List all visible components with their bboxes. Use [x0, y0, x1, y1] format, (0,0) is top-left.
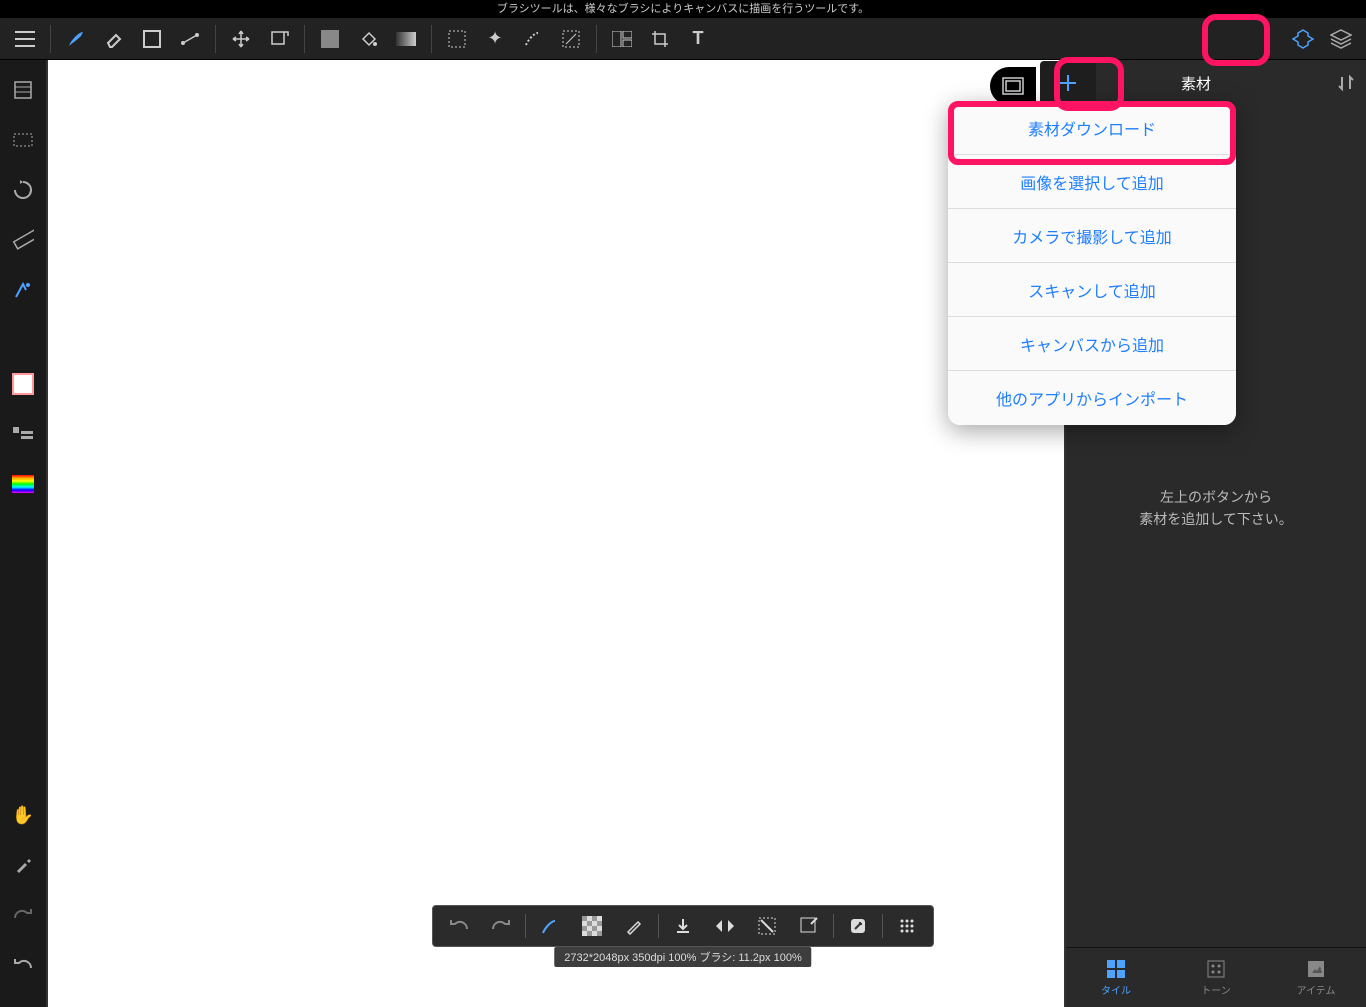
- brush-quick-icon[interactable]: [532, 910, 568, 942]
- bucket-tool[interactable]: [351, 22, 385, 56]
- redo-button[interactable]: [5, 897, 41, 933]
- text-tool[interactable]: T: [681, 22, 715, 56]
- color-swatch[interactable]: [5, 366, 41, 402]
- tile-icon: [1106, 959, 1126, 979]
- transform-tool[interactable]: [262, 22, 296, 56]
- move-tool[interactable]: [224, 22, 258, 56]
- redo-icon[interactable]: [483, 910, 519, 942]
- status-bar: 2732*2048px 350dpi 100% ブラシ: 11.2px 100%: [554, 947, 811, 967]
- tab-tone[interactable]: トーン: [1166, 948, 1266, 1007]
- menu-scan[interactable]: スキャンして追加: [948, 263, 1236, 317]
- left-toolbar: ✋: [0, 60, 46, 1007]
- menu-select-image[interactable]: 画像を選択して追加: [948, 155, 1236, 209]
- transparency-icon[interactable]: [574, 910, 610, 942]
- bottom-toolbar: [432, 905, 934, 947]
- hand-tool[interactable]: ✋: [5, 797, 41, 833]
- tooltip-bar: ブラシツールは、様々なブラシによりキャンバスに描画を行うツールです。: [0, 0, 1366, 18]
- gradient-tool[interactable]: [389, 22, 423, 56]
- selection-icon[interactable]: [5, 122, 41, 158]
- fullscreen-icon[interactable]: [840, 910, 876, 942]
- magic-wand-tool[interactable]: ✦: [478, 22, 512, 56]
- select-rect-tool[interactable]: [440, 22, 474, 56]
- tab-tile[interactable]: タイル: [1066, 948, 1166, 1007]
- panel-tabs: タイル トーン アイテム: [1066, 947, 1366, 1007]
- layers-icon[interactable]: [1324, 22, 1358, 56]
- tab-item[interactable]: アイテム: [1266, 948, 1366, 1007]
- brush-tool[interactable]: [59, 22, 93, 56]
- path-tool[interactable]: [173, 22, 207, 56]
- add-material-menu: 素材ダウンロード 画像を選択して追加 カメラで撮影して追加 スキャンして追加 キ…: [948, 101, 1236, 425]
- add-material-button[interactable]: [1040, 61, 1096, 105]
- grid-icon[interactable]: [889, 910, 925, 942]
- eraser-tool[interactable]: [97, 22, 131, 56]
- menu-camera[interactable]: カメラで撮影して追加: [948, 209, 1236, 263]
- tone-icon: [1206, 959, 1226, 979]
- menu-download-material[interactable]: 素材ダウンロード: [948, 101, 1236, 155]
- rainbow-icon[interactable]: [5, 466, 41, 502]
- panel-icon[interactable]: [5, 72, 41, 108]
- select-eraser-tool[interactable]: [554, 22, 588, 56]
- canvas-area: [46, 60, 1066, 1007]
- sort-icon[interactable]: [1326, 63, 1366, 103]
- canvas[interactable]: [48, 60, 1064, 1007]
- view-mode-button[interactable]: [990, 67, 1036, 105]
- panel-title: 素材: [1066, 73, 1326, 94]
- shape-tool[interactable]: [135, 22, 169, 56]
- crop-tool[interactable]: [643, 22, 677, 56]
- select-brush-tool[interactable]: [516, 22, 550, 56]
- top-toolbar: ✦ T: [0, 18, 1366, 60]
- rotate-icon[interactable]: [5, 172, 41, 208]
- panel-header: 素材: [1066, 60, 1366, 106]
- plus-icon: [1056, 71, 1080, 95]
- reference-icon[interactable]: [5, 272, 41, 308]
- undo-icon[interactable]: [441, 910, 477, 942]
- edit-icon[interactable]: [791, 910, 827, 942]
- item-icon: [1306, 959, 1326, 979]
- menu-button[interactable]: [8, 22, 42, 56]
- pen-icon[interactable]: [616, 910, 652, 942]
- frame-tool[interactable]: [605, 22, 639, 56]
- palette-icon[interactable]: [5, 416, 41, 452]
- eyedropper-tool[interactable]: [5, 847, 41, 883]
- deselect-icon[interactable]: [749, 910, 785, 942]
- flip-icon[interactable]: [707, 910, 743, 942]
- undo-button[interactable]: [5, 947, 41, 983]
- fill-color[interactable]: [313, 22, 347, 56]
- ruler-icon[interactable]: [5, 222, 41, 258]
- menu-from-canvas[interactable]: キャンバスから追加: [948, 317, 1236, 371]
- materials-icon[interactable]: [1286, 22, 1320, 56]
- save-icon[interactable]: [665, 910, 701, 942]
- menu-import[interactable]: 他のアプリからインポート: [948, 371, 1236, 425]
